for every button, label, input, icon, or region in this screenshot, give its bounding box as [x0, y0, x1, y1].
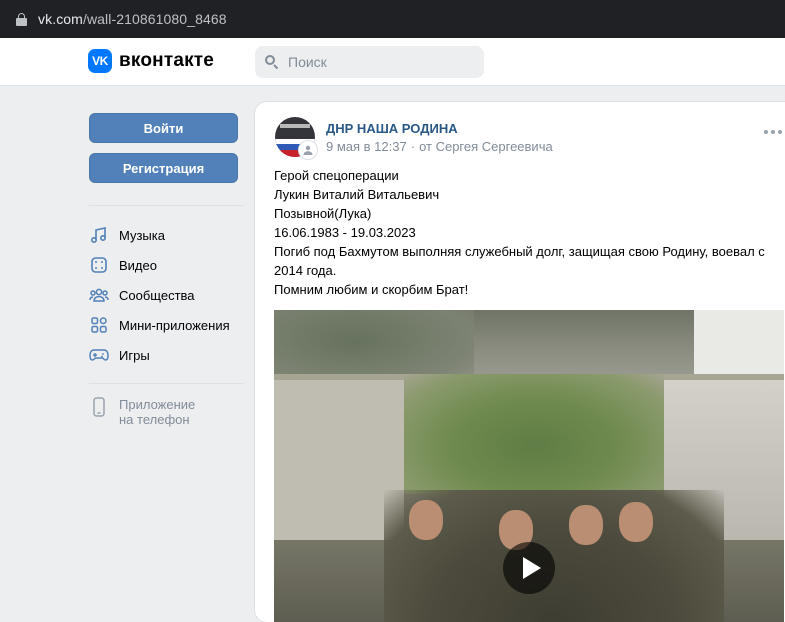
communities-icon — [89, 285, 109, 305]
vk-logo-text: вконтакте — [119, 50, 215, 71]
browser-address-bar[interactable]: vk.com/wall-210861080_8468 — [0, 0, 785, 38]
music-icon — [89, 225, 109, 245]
post-text-line: 16.06.1983 - 19.03.2023 — [274, 225, 416, 240]
mobile-app-label-line2: на телефон — [119, 412, 190, 427]
sidebar-item-mini-apps[interactable]: Мини-приложения — [89, 310, 239, 340]
mobile-app-label: Приложение на телефон — [119, 397, 195, 427]
group-name-link[interactable]: ДНР НАША РОДИНА — [326, 121, 458, 136]
sidebar-item-communities[interactable]: Сообщества — [89, 280, 239, 310]
sidebar-item-mobile-app[interactable]: Приложение на телефон — [89, 397, 239, 427]
search-icon — [265, 55, 279, 70]
post-text-line: Помним любим и скорбим Брат! — [274, 282, 469, 297]
sidebar-item-video[interactable]: Видео — [89, 250, 239, 280]
post-meta: 9 мая в 12:37 · от Сергея Сергеевича — [326, 139, 553, 154]
post-text-line: Герой спецоперации — [274, 168, 399, 183]
mini-apps-icon — [89, 315, 109, 335]
lock-icon — [16, 12, 27, 26]
sidebar-divider — [89, 205, 244, 206]
login-button[interactable]: Войти — [89, 113, 238, 143]
sidebar-item-label: Музыка — [119, 227, 165, 243]
sidebar-item-label: Видео — [119, 257, 157, 273]
post-text-line: Погиб под Бахмутом выполняя служебный до… — [274, 244, 765, 259]
post-text-line: Лукин Виталий Витальевич — [274, 187, 440, 202]
more-options-icon[interactable] — [764, 130, 782, 134]
search-placeholder: Поиск — [288, 54, 327, 70]
site-header: VK вконтакте Поиск — [0, 38, 785, 86]
sidebar-item-label: Игры — [119, 347, 150, 363]
sidebar-item-music[interactable]: Музыка — [89, 220, 239, 250]
phone-icon — [89, 397, 109, 417]
register-button[interactable]: Регистрация — [89, 153, 238, 183]
mobile-app-label-line1: Приложение — [119, 397, 196, 412]
sidebar-item-label: Мини-приложения — [119, 317, 230, 333]
sidebar-menu: Музыка Видео Сообщества Мини-приложения … — [89, 220, 239, 370]
post-text: Герой спецоперации Лукин Виталий Виталье… — [274, 166, 784, 299]
video-preview[interactable] — [274, 310, 784, 622]
search-input[interactable]: Поиск — [255, 46, 484, 78]
url-path: /wall-210861080_8468 — [82, 11, 227, 27]
wall-post: ДНР НАША РОДИНА 9 мая в 12:37 · от Сергея … — [255, 102, 785, 622]
post-author[interactable]: от Сергея Сергеевича — [419, 139, 553, 154]
games-icon — [89, 345, 109, 365]
vk-logo[interactable]: VK вконтакте — [88, 49, 214, 73]
post-text-line: 2014 года. — [274, 263, 337, 278]
play-button[interactable] — [503, 542, 555, 594]
post-text-line: Позывной(Лука) — [274, 206, 372, 221]
sidebar-item-label: Сообщества — [119, 287, 195, 303]
play-icon — [522, 557, 541, 579]
user-badge-icon — [298, 140, 318, 160]
sidebar-divider — [89, 383, 244, 384]
sidebar-item-games[interactable]: Игры — [89, 340, 239, 370]
post-date[interactable]: 9 мая в 12:37 — [326, 139, 407, 154]
video-icon — [89, 255, 109, 275]
left-sidebar: Войти Регистрация Музыка Видео Сообществ… — [89, 113, 244, 427]
url-domain: vk.com — [38, 11, 83, 27]
vk-logo-icon: VK — [88, 49, 112, 73]
url-text[interactable]: vk.com/wall-210861080_8468 — [38, 11, 227, 27]
meta-separator: · — [410, 139, 416, 154]
